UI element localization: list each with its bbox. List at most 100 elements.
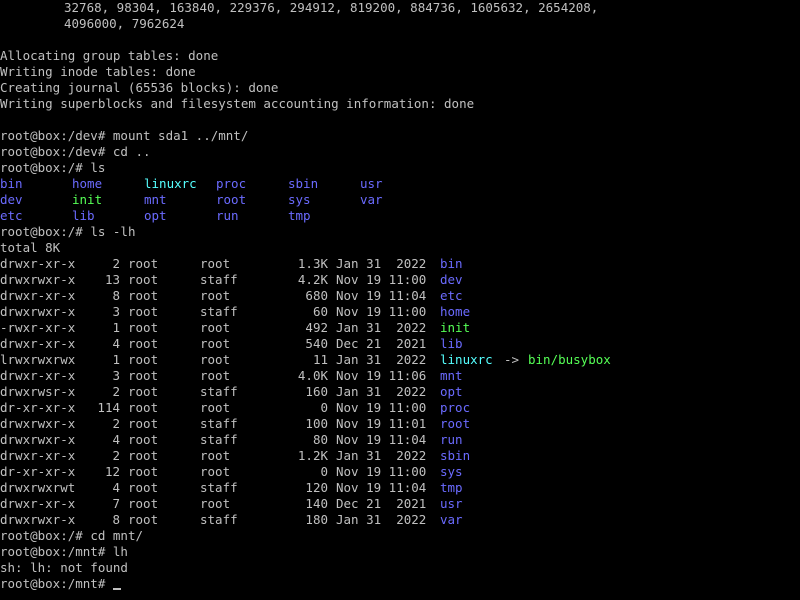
filename-cell: mnt bbox=[440, 368, 463, 383]
command-line[interactable]: root@box:/mnt# bbox=[0, 576, 121, 592]
listing-row: drwxr-xr-x 2 root root 1.3K Jan 31 2022 bin bbox=[0, 256, 800, 272]
filename-cell: dev bbox=[440, 272, 463, 287]
date-cell: Jan 31 2022 bbox=[336, 384, 427, 399]
date-cell: Jan 31 2022 bbox=[336, 512, 427, 527]
shell-prompt: root@box:/mnt# bbox=[0, 544, 113, 559]
size-cell: 140 bbox=[305, 496, 328, 511]
filename-cell: tmp bbox=[440, 480, 463, 495]
command-text: cd mnt/ bbox=[90, 528, 143, 543]
listing-row: drwxrwxrwt 4 root staff 120 Nov 19 11:04 tmp bbox=[0, 480, 800, 496]
command-line: root@box:/# ls -lh bbox=[0, 224, 135, 240]
links-cell: 3 bbox=[112, 304, 120, 319]
terminal-window[interactable]: 32768, 98304, 163840, 229376, 294912, 81… bbox=[0, 0, 800, 600]
perms-cell: drwxrwxr-x bbox=[0, 304, 76, 319]
shell-prompt: root@box:/dev# bbox=[0, 128, 113, 143]
size-cell: 4.0K bbox=[297, 368, 328, 383]
ls-total: total 8K bbox=[0, 240, 61, 255]
date-cell: Jan 31 2022 bbox=[336, 320, 427, 335]
shell-prompt: root@box:/dev# bbox=[0, 144, 113, 159]
command-line: root@box:/# ls bbox=[0, 160, 105, 176]
owner-cell: root bbox=[128, 480, 159, 495]
listing-row: lrwxrwxrwx 1 root root 11 Jan 31 2022 linuxrc -… bbox=[0, 352, 800, 368]
date-cell: Nov 19 11:01 bbox=[336, 416, 427, 431]
date-cell: Nov 19 11:00 bbox=[336, 304, 427, 319]
listing-row: dr-xr-xr-x 114 root root 0 Nov 19 11:00 proc bbox=[0, 400, 800, 416]
shell-prompt: root@box:/# bbox=[0, 224, 91, 239]
command-line: root@box:/mnt# lh bbox=[0, 544, 128, 560]
perms-cell: drwxr-xr-x bbox=[0, 256, 76, 271]
date-cell: Jan 31 2022 bbox=[336, 448, 427, 463]
listing-row: drwxr-xr-x 2 root root 1.2K Jan 31 2022 sbin bbox=[0, 448, 800, 464]
listing-row: drwxr-xr-x 3 root root 4.0K Nov 19 11:06 mnt bbox=[0, 368, 800, 384]
filename-cell: run bbox=[440, 432, 463, 447]
perms-cell: drwxrwxr-x bbox=[0, 272, 76, 287]
owner-cell: root bbox=[128, 256, 159, 271]
mkfs-message: Allocating group tables: done bbox=[0, 48, 219, 63]
links-cell: 8 bbox=[112, 512, 120, 527]
filename-cell: var bbox=[440, 512, 463, 527]
ls-entry: sys bbox=[288, 192, 311, 207]
group-cell: root bbox=[200, 352, 231, 367]
date-cell: Dec 21 2021 bbox=[336, 336, 427, 351]
listing-row: drwxr-xr-x 4 root root 540 Dec 21 2021 lib bbox=[0, 336, 800, 352]
group-cell: staff bbox=[200, 480, 238, 495]
mkfs-message: Creating journal (65536 blocks): done bbox=[0, 80, 279, 95]
command-text: ls -lh bbox=[90, 224, 136, 239]
group-cell: root bbox=[200, 448, 231, 463]
links-cell: 3 bbox=[112, 368, 120, 383]
date-cell: Nov 19 11:04 bbox=[336, 288, 427, 303]
ls-entry: root bbox=[216, 192, 247, 207]
group-cell: staff bbox=[200, 272, 238, 287]
filename-cell: etc bbox=[440, 288, 463, 303]
owner-cell: root bbox=[128, 272, 159, 287]
backup-blocks-line: 32768, 98304, 163840, 229376, 294912, 81… bbox=[64, 0, 599, 15]
filename-cell: sbin bbox=[440, 448, 471, 463]
links-cell: 1 bbox=[112, 320, 120, 335]
listing-row: drwxrwxr-x 3 root staff 60 Nov 19 11:00 home bbox=[0, 304, 800, 320]
size-cell: 540 bbox=[305, 336, 328, 351]
perms-cell: drwxr-xr-x bbox=[0, 448, 76, 463]
filename-cell: sys bbox=[440, 464, 463, 479]
ls-entry: etc bbox=[0, 208, 23, 223]
size-cell: 492 bbox=[305, 320, 328, 335]
backup-blocks-line: 4096000, 7962624 bbox=[64, 16, 185, 31]
date-cell: Nov 19 11:06 bbox=[336, 368, 427, 383]
ls-entry: sbin bbox=[288, 176, 319, 191]
text-cursor bbox=[112, 588, 121, 590]
links-cell: 114 bbox=[97, 400, 120, 415]
ls-entry: lib bbox=[72, 208, 95, 223]
group-cell: root bbox=[200, 288, 231, 303]
perms-cell: lrwxrwxrwx bbox=[0, 352, 76, 367]
ls-entry: opt bbox=[144, 208, 167, 223]
owner-cell: root bbox=[128, 304, 159, 319]
command-text: ls bbox=[90, 160, 106, 175]
command-text: cd .. bbox=[112, 144, 151, 159]
filename-cell: opt bbox=[440, 384, 463, 399]
listing-row: dr-xr-xr-x 12 root root 0 Nov 19 11:00 sys bbox=[0, 464, 800, 480]
group-cell: root bbox=[200, 496, 231, 511]
owner-cell: root bbox=[128, 288, 159, 303]
links-cell: 2 bbox=[112, 384, 120, 399]
owner-cell: root bbox=[128, 336, 159, 351]
group-cell: staff bbox=[200, 512, 238, 527]
owner-cell: root bbox=[128, 512, 159, 527]
size-cell: 4.2K bbox=[297, 272, 328, 287]
filename-cell: home bbox=[440, 304, 471, 319]
mkfs-message: Writing superblocks and filesystem accou… bbox=[0, 96, 475, 111]
links-cell: 13 bbox=[104, 272, 120, 287]
filename-cell: bin bbox=[440, 256, 463, 271]
date-cell: Nov 19 11:04 bbox=[336, 432, 427, 447]
ls-entry: mnt bbox=[144, 192, 167, 207]
command-text: mount sda1 ../mnt/ bbox=[112, 128, 249, 143]
size-cell: 100 bbox=[305, 416, 328, 431]
date-cell: Dec 21 2021 bbox=[336, 496, 427, 511]
perms-cell: drwxr-xr-x bbox=[0, 368, 76, 383]
ls-entry: proc bbox=[216, 176, 247, 191]
filename-cell: proc bbox=[440, 400, 471, 415]
listing-row: drwxrwsr-x 2 root staff 160 Jan 31 2022 opt bbox=[0, 384, 800, 400]
listing-row: drwxrwxr-x 2 root staff 100 Nov 19 11:01 root bbox=[0, 416, 800, 432]
perms-cell: drwxrwxr-x bbox=[0, 512, 76, 527]
owner-cell: root bbox=[128, 400, 159, 415]
group-cell: staff bbox=[200, 432, 238, 447]
shell-prompt: root@box:/# bbox=[0, 160, 91, 175]
